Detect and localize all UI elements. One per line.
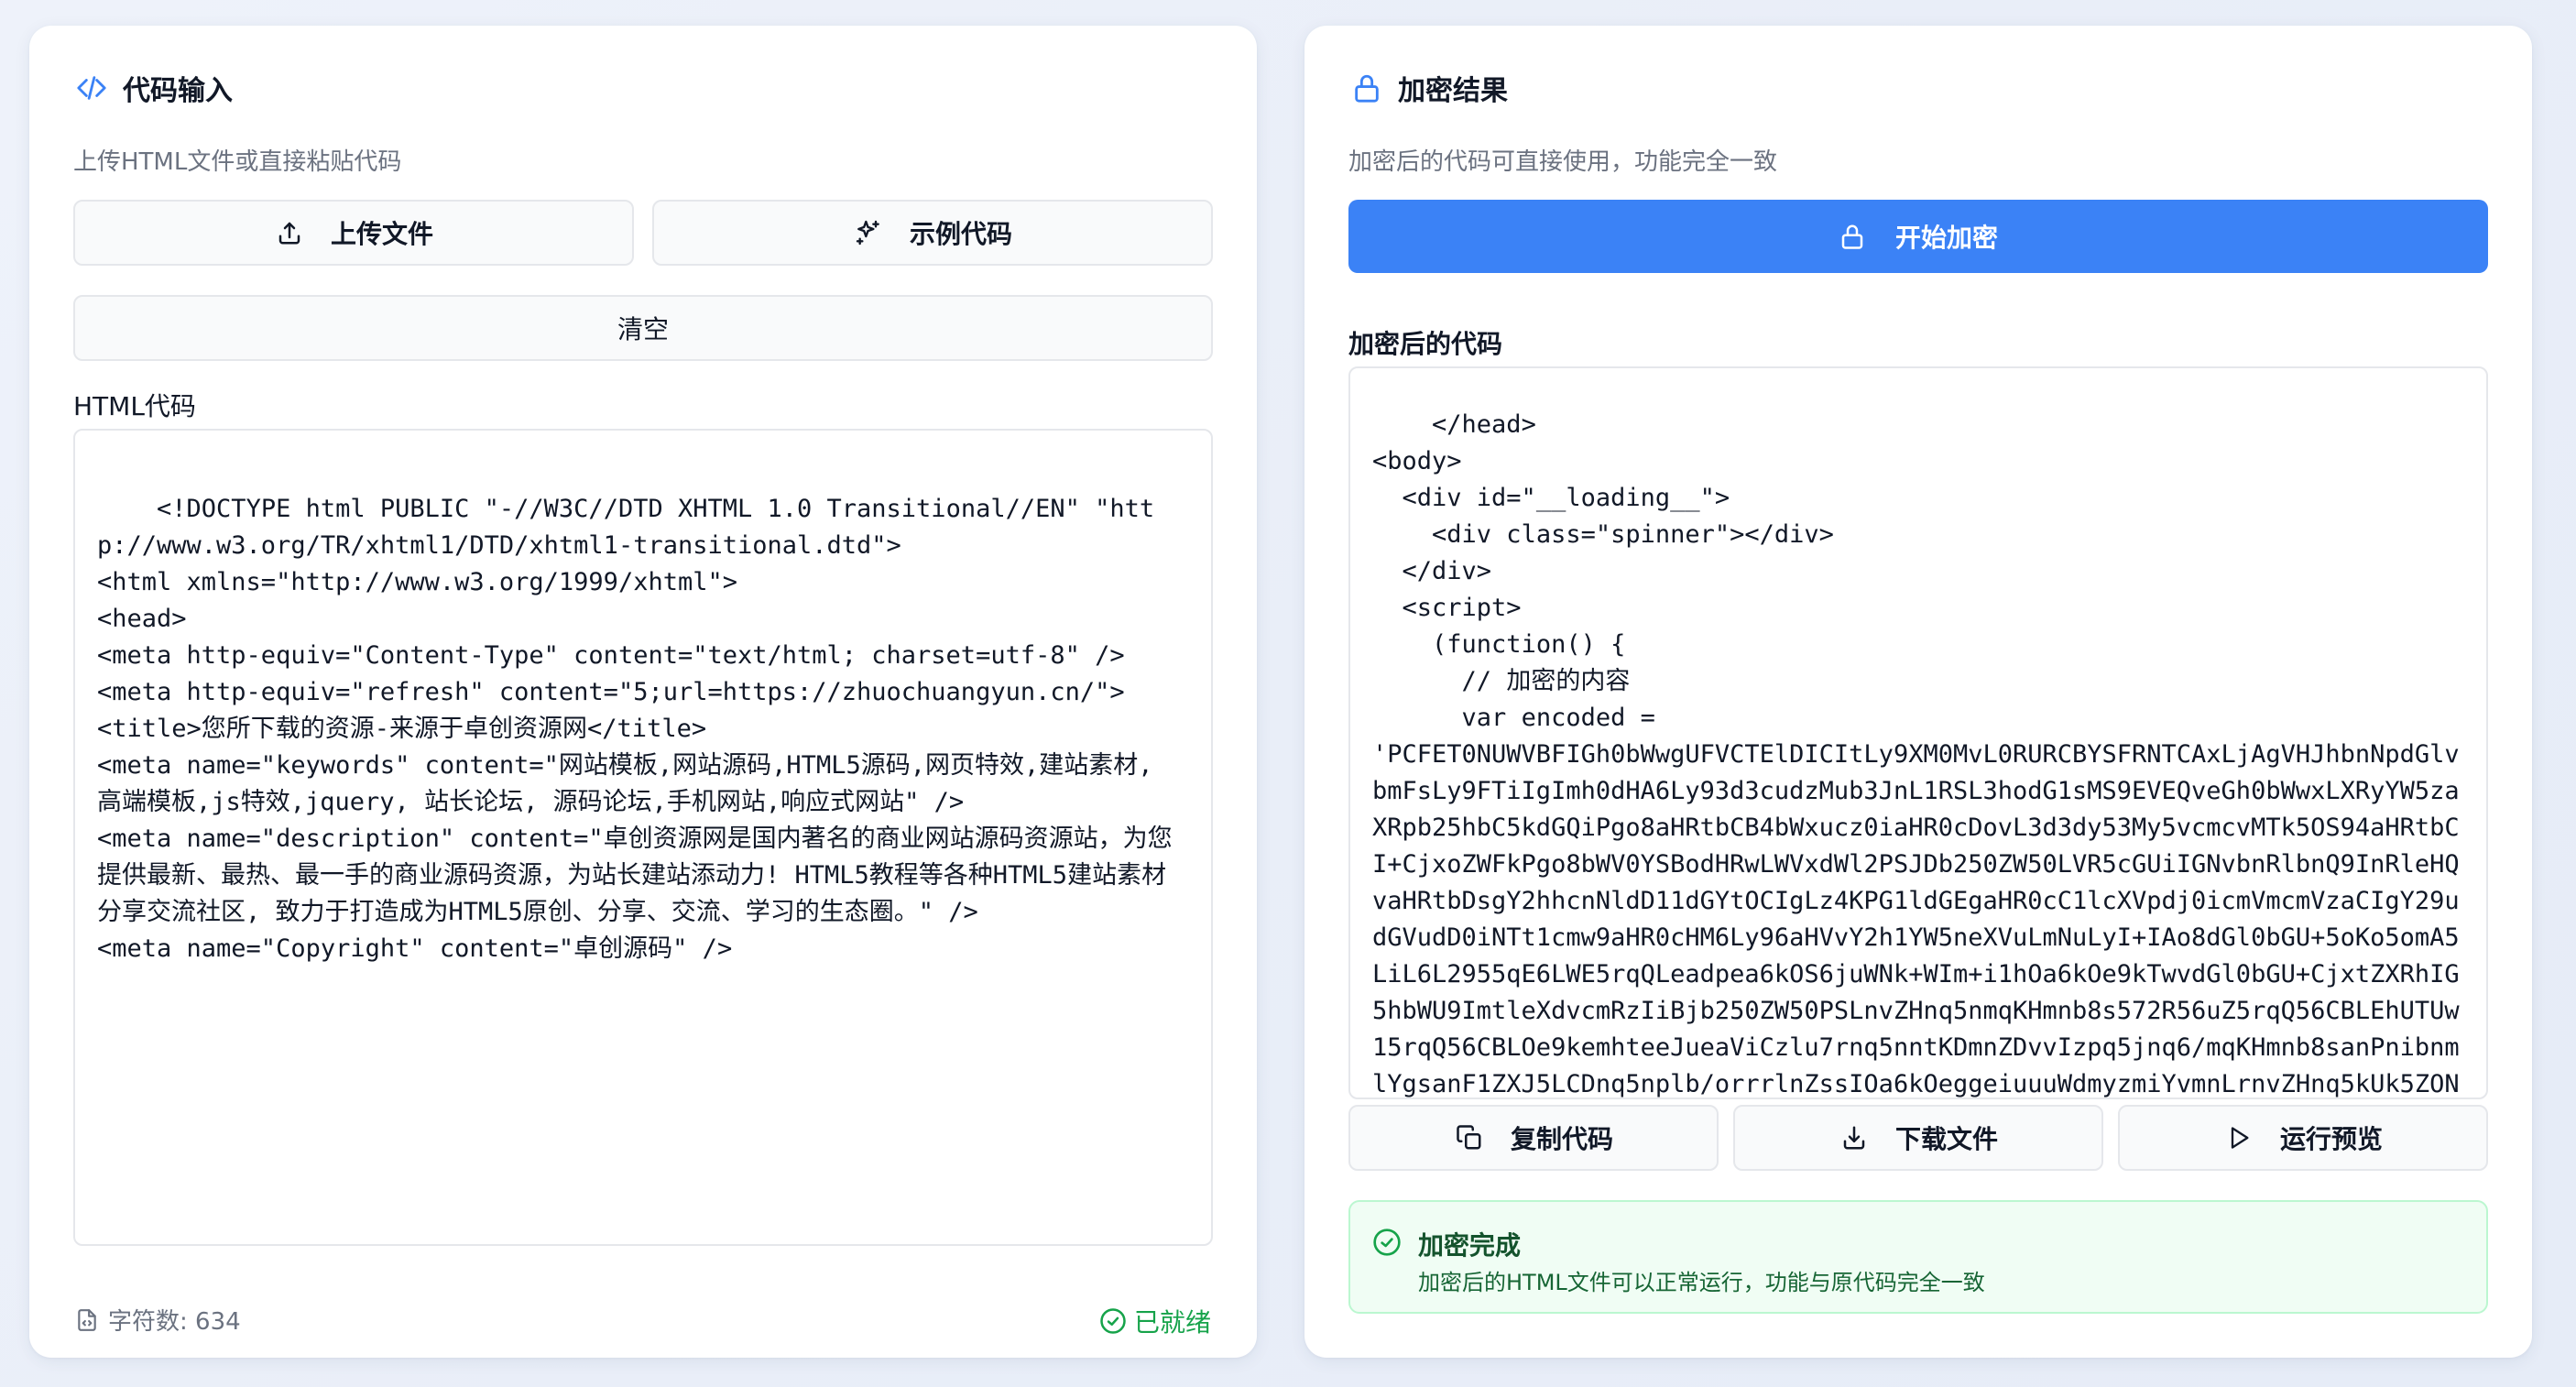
check-circle-icon [1099,1307,1127,1335]
html-code-label: HTML代码 [73,391,196,421]
success-description: 加密后的HTML文件可以正常运行，功能与原代码完全一致 [1418,1270,1985,1295]
play-icon [2223,1122,2254,1153]
lock-icon [1348,70,1385,106]
encrypt-result-panel: 加密结果 加密后的代码可直接使用，功能完全一致 开始加密 加密后的代码 </he… [1304,26,2532,1358]
panel-title: 代码输入 [123,75,233,107]
code-input-panel: 代码输入 上传HTML文件或直接粘贴代码 上传文件 示例代码 清空 HTML代码… [29,26,1257,1358]
file-code-icon [75,1307,99,1333]
start-encrypt-label: 开始加密 [1894,223,1998,253]
encrypted-code-content: </head> <body> <div id="__loading__"> <d… [1372,410,2460,1098]
lock-icon [1839,222,1866,251]
code-icon [73,70,110,106]
char-count-text: 字符数: 634 [108,1308,241,1336]
sparkles-icon [853,217,884,248]
start-encrypt-button[interactable]: 开始加密 [1348,200,2488,273]
run-preview-button[interactable]: 运行预览 [2118,1105,2488,1171]
panel-description: 上传HTML文件或直接粘贴代码 [73,148,402,176]
success-alert: 加密完成 加密后的HTML文件可以正常运行，功能与原代码完全一致 [1348,1200,2488,1314]
success-title: 加密完成 [1418,1230,1522,1261]
resize-handle[interactable] [1193,1226,1206,1239]
copy-code-label: 复制代码 [1510,1124,1613,1154]
ready-status: 已就绪 [1099,1303,1211,1339]
encrypt-result-header: 加密结果 [1348,68,1508,108]
panel-title: 加密结果 [1398,75,1508,107]
encrypted-code-label: 加密后的代码 [1348,329,1503,359]
check-circle-icon [1372,1228,1402,1257]
copy-icon [1454,1122,1485,1153]
download-icon [1839,1122,1870,1153]
html-code-content: <!DOCTYPE html PUBLIC "-//W3C//DTD XHTML… [97,495,1173,963]
example-code-label: 示例代码 [909,219,1012,249]
clear-label: 清空 [617,314,669,344]
resize-handle[interactable] [2468,1079,2481,1092]
ready-status-text: 已就绪 [1133,1307,1211,1338]
code-input-header: 代码输入 [73,68,233,108]
run-preview-label: 运行预览 [2279,1124,2383,1154]
copy-code-button[interactable]: 复制代码 [1348,1105,1719,1171]
download-file-label: 下载文件 [1894,1124,1998,1154]
download-file-button[interactable]: 下载文件 [1733,1105,2103,1171]
encrypted-code-output[interactable]: </head> <body> <div id="__loading__"> <d… [1348,366,2488,1099]
upload-file-label: 上传文件 [330,219,433,249]
html-code-textarea[interactable]: <!DOCTYPE html PUBLIC "-//W3C//DTD XHTML… [73,429,1213,1246]
clear-button[interactable]: 清空 [73,295,1213,361]
panel-description: 加密后的代码可直接使用，功能完全一致 [1348,148,1778,176]
char-count: 字符数: 634 [75,1303,241,1337]
upload-icon [274,217,305,248]
upload-file-button[interactable]: 上传文件 [73,200,634,266]
example-code-button[interactable]: 示例代码 [652,200,1213,266]
